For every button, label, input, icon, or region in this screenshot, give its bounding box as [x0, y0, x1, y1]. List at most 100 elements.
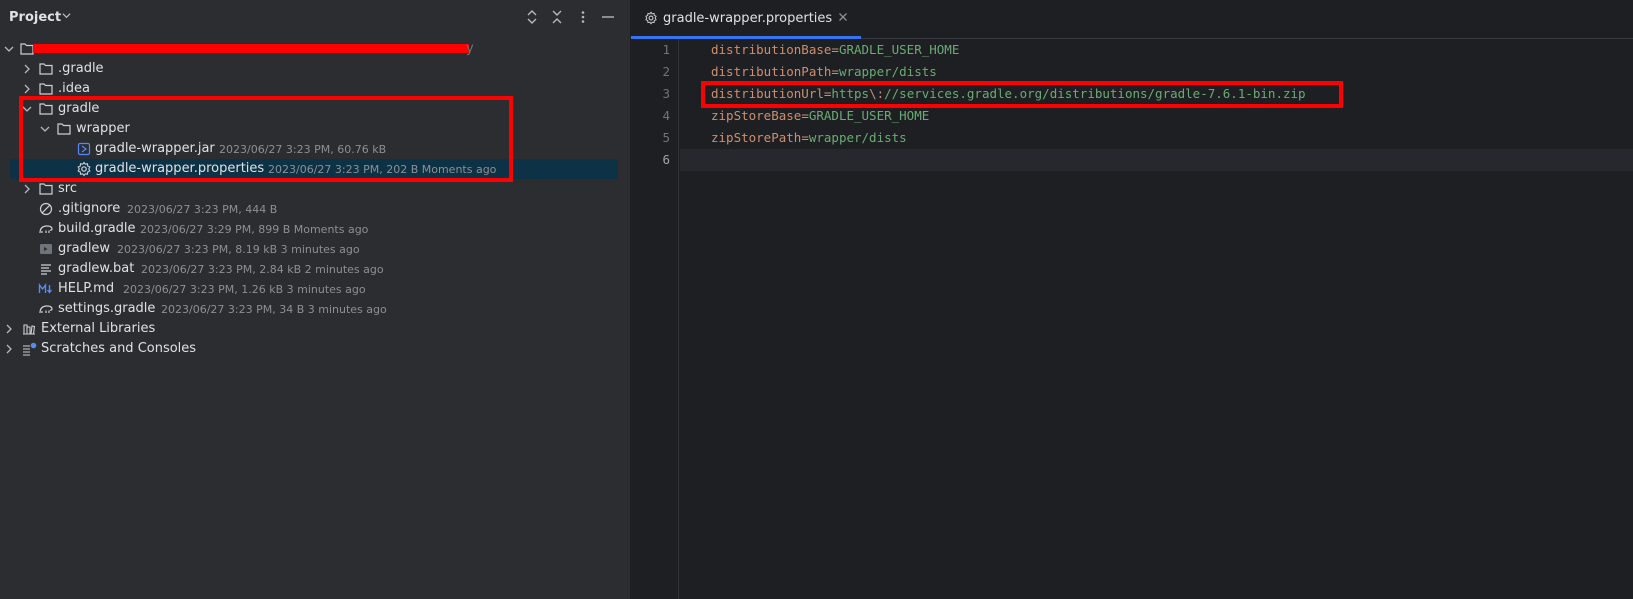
- shell-script-icon: [40, 244, 52, 254]
- property-value: GRADLE_USER_HOME: [808, 108, 930, 123]
- tab-label: gradle-wrapper.properties: [663, 11, 833, 26]
- tree-item-root-tail: y: [466, 41, 474, 56]
- tree-item-meta: 2023/06/27 3:29 PM, 899 B Moments ago: [140, 223, 369, 236]
- tree-item-meta: 2023/06/27 3:23 PM, 2.84 kB 2 minutes ag…: [141, 263, 384, 276]
- chevron-down-icon[interactable]: [62, 11, 71, 20]
- tree-item-gradle[interactable]: gradle: [0, 99, 630, 119]
- chevron-right-icon[interactable]: [4, 344, 14, 354]
- property-value: wrapper/dists: [838, 64, 937, 79]
- text-file-icon: [41, 264, 51, 275]
- tree-item-meta: 2023/06/27 3:23 PM, 8.19 kB 3 minutes ag…: [117, 243, 360, 256]
- tree-item-meta: 2023/06/27 3:23 PM, 202 B Moments ago: [268, 163, 497, 176]
- tree-item-dot-gradle[interactable]: .gradle: [0, 59, 630, 79]
- property-value: //services.gradle.org/distributions/grad…: [884, 86, 1306, 101]
- code-line-current[interactable]: [680, 149, 1633, 171]
- tree-item-src[interactable]: src: [0, 179, 630, 199]
- equals-sign: =: [831, 42, 839, 57]
- editor-area: gradle-wrapper.properties 1 2 3 4 5 6 di…: [631, 0, 1633, 599]
- line-number: 6: [662, 152, 670, 167]
- expand-all-icon[interactable]: [525, 10, 539, 24]
- project-panel-title[interactable]: Project: [9, 10, 61, 25]
- tree-item-external-libraries[interactable]: External Libraries: [0, 319, 630, 339]
- code-line[interactable]: zipStorePath=wrapper/dists: [680, 127, 1633, 149]
- tab-gradle-wrapper-properties[interactable]: gradle-wrapper.properties: [631, 0, 861, 39]
- line-number-gutter: 1 2 3 4 5 6: [631, 39, 679, 599]
- project-panel-header: Project: [0, 0, 630, 36]
- property-key: zipStoreBase: [711, 108, 802, 123]
- chevron-right-icon[interactable]: [22, 184, 32, 194]
- line-number: 5: [662, 130, 670, 145]
- tree-item-label: build.gradle: [58, 221, 136, 236]
- close-icon[interactable]: [838, 12, 848, 22]
- tree-item-label: .gitignore: [58, 201, 121, 216]
- scratches-icon: [23, 342, 37, 356]
- property-key: distributionUrl: [711, 86, 824, 101]
- tree-item-gradlew-bat[interactable]: gradlew.bat 2023/06/27 3:23 PM, 2.84 kB …: [0, 259, 630, 279]
- tree-item-meta: 2023/06/27 3:23 PM, 444 B: [127, 203, 278, 216]
- folder-icon: [39, 63, 53, 75]
- tree-item-meta: 2023/06/27 3:23 PM, 1.26 kB 3 minutes ag…: [123, 283, 366, 296]
- tree-item-scratches[interactable]: Scratches and Consoles: [0, 339, 630, 359]
- tree-item-label: gradle-wrapper.jar: [95, 141, 215, 156]
- tree-item-label: .gradle: [58, 61, 104, 76]
- code-line[interactable]: distributionPath=wrapper/dists: [680, 61, 1633, 83]
- code-line[interactable]: zipStoreBase=GRADLE_USER_HOME: [680, 105, 1633, 127]
- line-number: 1: [662, 42, 670, 57]
- editor-tab-bar: gradle-wrapper.properties: [631, 0, 1633, 39]
- code-line[interactable]: distributionUrl=https\://services.gradle…: [680, 83, 1633, 105]
- property-key: distributionPath: [711, 64, 832, 79]
- tree-item-label: wrapper: [76, 121, 130, 136]
- chevron-down-icon[interactable]: [40, 124, 50, 134]
- tree-item-label: gradle-wrapper.properties: [95, 161, 265, 176]
- tree-item-gradlew[interactable]: gradlew 2023/06/27 3:23 PM, 8.19 kB 3 mi…: [0, 239, 630, 259]
- tree-item-label: gradlew.bat: [58, 261, 135, 276]
- folder-icon: [57, 123, 71, 135]
- tree-item-wrapper-jar[interactable]: gradle-wrapper.jar 2023/06/27 3:23 PM, 6…: [0, 139, 630, 159]
- property-value: GRADLE_USER_HOME: [838, 42, 960, 57]
- tree-item-label: .idea: [58, 81, 90, 96]
- tree-item-meta: 2023/06/27 3:23 PM, 60.76 kB: [219, 143, 387, 156]
- tree-item-label: External Libraries: [41, 321, 156, 336]
- tree-item-label: src: [58, 181, 77, 196]
- equals-sign: =: [801, 130, 809, 145]
- property-key: zipStorePath: [711, 130, 802, 145]
- tree-item-meta: 2023/06/27 3:23 PM, 34 B 3 minutes ago: [161, 303, 387, 316]
- folder-icon: [39, 103, 53, 115]
- chevron-down-icon[interactable]: [22, 104, 32, 114]
- tree-item-build-gradle[interactable]: build.gradle 2023/06/27 3:29 PM, 899 B M…: [0, 219, 630, 239]
- tree-item-gitignore[interactable]: .gitignore 2023/06/27 3:23 PM, 444 B: [0, 199, 630, 219]
- tree-item-settings-gradle[interactable]: settings.gradle 2023/06/27 3:23 PM, 34 B…: [0, 299, 630, 319]
- jar-file-icon: [77, 142, 91, 156]
- tree-item-label: settings.gradle: [58, 301, 156, 316]
- folder-icon: [39, 83, 53, 95]
- tree-item-label: gradle: [58, 101, 100, 116]
- tree-item-wrapper[interactable]: wrapper: [0, 119, 630, 139]
- tree-item-root[interactable]: y: [0, 39, 630, 59]
- more-options-icon[interactable]: [576, 10, 590, 24]
- chevron-right-icon[interactable]: [4, 324, 14, 334]
- tree-item-help-md[interactable]: HELP.md 2023/06/27 3:23 PM, 1.26 kB 3 mi…: [0, 279, 630, 299]
- tree-item-label: gradlew: [58, 241, 111, 256]
- markdown-icon: [38, 282, 53, 294]
- tree-item-wrapper-properties[interactable]: gradle-wrapper.properties 2023/06/27 3:2…: [0, 159, 630, 179]
- hide-panel-icon[interactable]: [601, 10, 615, 24]
- escape-sequence: \:: [869, 86, 885, 101]
- gradle-elephant-icon: [39, 225, 53, 234]
- chevron-right-icon[interactable]: [22, 64, 32, 74]
- gradle-elephant-icon: [39, 305, 53, 314]
- line-number: 4: [662, 108, 670, 123]
- chevron-down-icon[interactable]: [4, 44, 14, 54]
- tree-item-label: Scratches and Consoles: [41, 341, 197, 356]
- code-line[interactable]: distributionBase=GRADLE_USER_HOME: [680, 39, 1633, 61]
- chevron-right-icon[interactable]: [22, 84, 32, 94]
- tree-item-label: HELP.md: [58, 281, 115, 296]
- gear-icon: [645, 11, 657, 25]
- library-icon: [23, 324, 36, 335]
- equals-sign: =: [801, 108, 809, 123]
- line-number: 3: [662, 86, 670, 101]
- collapse-all-icon[interactable]: [550, 10, 564, 24]
- redaction-mark: [33, 44, 469, 53]
- tree-item-dot-idea[interactable]: .idea: [0, 79, 630, 99]
- equals-sign: =: [831, 64, 839, 79]
- project-panel: Project y .gradle .idea gradle wrapper g…: [0, 0, 630, 599]
